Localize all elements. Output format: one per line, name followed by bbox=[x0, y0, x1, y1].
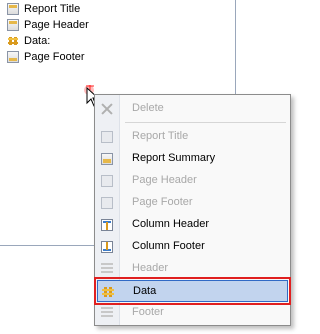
menu-item-label: Data bbox=[133, 285, 157, 297]
menu-item-label: Report Title bbox=[132, 130, 189, 142]
page-footer-band-icon bbox=[7, 51, 19, 63]
menu-item-header[interactable]: Header bbox=[95, 258, 290, 280]
tree-item-data[interactable]: Data: bbox=[7, 33, 50, 49]
menu-item-label: Header bbox=[132, 262, 169, 274]
page-header-icon bbox=[101, 175, 113, 187]
footer-icon bbox=[101, 307, 113, 319]
menu-item-label: Delete bbox=[132, 102, 164, 114]
tree-item-report-title[interactable]: Report Title bbox=[7, 1, 80, 17]
menu-item-label: Footer bbox=[132, 306, 164, 318]
context-menu: Delete Report Title Report Summary Page … bbox=[94, 94, 291, 326]
report-title-band-icon bbox=[7, 3, 19, 15]
column-footer-icon bbox=[101, 241, 113, 253]
menu-item-delete[interactable]: Delete bbox=[95, 98, 290, 120]
tree-item-label: Report Title bbox=[24, 3, 81, 15]
menu-item-column-header[interactable]: Column Header bbox=[95, 214, 290, 236]
delete-icon bbox=[101, 103, 113, 115]
tree-item-page-header[interactable]: Page Header bbox=[7, 17, 89, 33]
header-icon bbox=[101, 263, 113, 275]
menu-item-report-summary[interactable]: Report Summary bbox=[95, 148, 290, 170]
menu-item-label: Page Footer bbox=[132, 196, 193, 208]
menu-item-footer[interactable]: Footer bbox=[95, 302, 290, 324]
menu-item-data[interactable]: Data bbox=[94, 277, 291, 305]
page-footer-icon bbox=[101, 197, 113, 209]
tree-item-label: Page Header bbox=[24, 19, 89, 31]
tree-item-page-footer[interactable]: Page Footer bbox=[7, 49, 85, 65]
data-band-icon bbox=[7, 35, 19, 47]
menu-item-label: Column Footer bbox=[132, 240, 205, 252]
menu-item-label: Report Summary bbox=[132, 152, 216, 164]
menu-separator bbox=[125, 122, 286, 123]
column-header-icon bbox=[101, 219, 113, 231]
menu-item-report-title[interactable]: Report Title bbox=[95, 126, 290, 148]
menu-item-column-footer[interactable]: Column Footer bbox=[95, 236, 290, 258]
tree-item-label: Page Footer bbox=[24, 51, 85, 63]
menu-item-page-header[interactable]: Page Header bbox=[95, 170, 290, 192]
page-header-band-icon bbox=[7, 19, 19, 31]
menu-item-page-footer[interactable]: Page Footer bbox=[95, 192, 290, 214]
report-summary-icon bbox=[101, 153, 113, 165]
data-icon bbox=[102, 286, 114, 298]
tree-item-label: Data: bbox=[24, 35, 51, 47]
menu-item-label: Column Header bbox=[132, 218, 210, 230]
report-title-icon bbox=[101, 131, 113, 143]
menu-item-label: Page Header bbox=[132, 174, 197, 186]
